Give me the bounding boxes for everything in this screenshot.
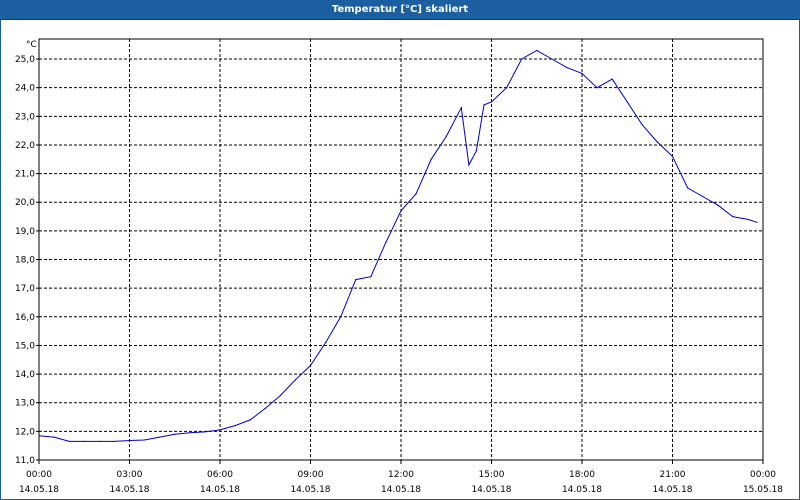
data-point: [581, 72, 583, 74]
temperature-chart: 11,0 12,0 13,0 14,0 15,0 16,0 17,0 18,0 19,0 20,0…: [15, 38, 783, 495]
data-point: [68, 440, 70, 442]
data-point: [385, 241, 387, 243]
series: [38, 49, 758, 442]
data-point: [340, 316, 342, 318]
y-tick-label: 12,0: [15, 427, 35, 437]
x-tick-time: 18:00: [569, 470, 595, 480]
x-tick-time: 15:00: [479, 470, 505, 480]
data-point: [370, 276, 372, 278]
data-point: [189, 432, 191, 434]
x-tick-date: 14.05.18: [562, 485, 602, 495]
data-point: [159, 436, 161, 438]
data-point: [38, 435, 40, 437]
x-tick-date: 15.05.18: [743, 485, 783, 495]
x-tick-date: 14.05.18: [652, 485, 692, 495]
temperature-line: [38, 49, 758, 442]
y-tick-label: 23,0: [15, 112, 35, 122]
data-point: [747, 218, 749, 221]
data-point: [445, 135, 447, 137]
data-point: [128, 439, 131, 442]
x-tick-date: 14.05.18: [109, 485, 149, 495]
y-tick-label: 22,0: [15, 141, 35, 151]
data-point: [468, 164, 470, 166]
data-point: [596, 87, 598, 89]
data-point: [219, 429, 221, 431]
data-point: [483, 104, 485, 106]
data-point: [475, 150, 478, 152]
y-tick-label: 14,0: [15, 370, 35, 380]
data-point: [98, 440, 100, 442]
data-point: [294, 379, 297, 381]
data-point: [717, 204, 719, 206]
data-point: [324, 341, 327, 344]
data-point: [460, 107, 462, 109]
data-point: [702, 195, 704, 198]
data-point: [400, 210, 402, 212]
x-tick-date: 14.05.18: [290, 485, 330, 495]
y-tick-label: 16,0: [15, 313, 35, 323]
data-point: [113, 440, 116, 442]
y-tick-label: 11,0: [15, 456, 35, 466]
axes: 11,0 12,0 13,0 14,0 15,0 16,0 17,0 18,0 19,0 20,0…: [15, 38, 783, 495]
x-tick-time: 21:00: [660, 470, 686, 480]
data-point: [53, 436, 55, 438]
data-point: [355, 278, 357, 281]
y-tick-label: 15,0: [15, 341, 35, 351]
data-point: [732, 215, 734, 218]
data-point: [174, 433, 176, 435]
y-tick-label: 24,0: [15, 84, 35, 94]
y-tick-label: 25,0: [15, 55, 35, 65]
data-point: [521, 58, 523, 60]
data-point: [671, 155, 674, 158]
x-tick-time: 00:00: [750, 470, 776, 480]
x-tick-time: 00:00: [26, 470, 52, 480]
data-point: [279, 394, 281, 397]
data-point: [430, 158, 432, 160]
data-point: [566, 67, 568, 69]
data-point: [264, 407, 266, 410]
y-tick-label: 21,0: [15, 170, 35, 180]
data-point: [505, 87, 508, 89]
y-tick-label: 13,0: [15, 399, 35, 409]
data-point: [551, 58, 553, 60]
data-point: [83, 440, 85, 442]
y-unit-label: °C: [26, 40, 37, 50]
data-point: [626, 101, 628, 103]
data-point: [641, 124, 643, 126]
data-point: [204, 431, 206, 433]
y-tick-label: 17,0: [15, 284, 35, 294]
data-point: [686, 187, 689, 189]
data-point: [756, 221, 758, 223]
data-point: [143, 439, 146, 441]
data-point: [656, 141, 659, 143]
data-point: [249, 419, 251, 421]
data-point: [611, 78, 613, 80]
grid: [39, 39, 763, 460]
x-tick-date: 14.05.18: [19, 485, 59, 495]
data-point: [309, 364, 312, 367]
data-point: [536, 49, 538, 52]
y-tick-label: 19,0: [15, 227, 35, 237]
x-tick-date: 14.05.18: [471, 485, 511, 495]
x-tick-date: 14.05.18: [381, 485, 421, 495]
data-point: [490, 101, 493, 103]
x-tick-time: 09:00: [298, 470, 324, 480]
data-point: [415, 193, 417, 195]
x-tick-time: 12:00: [388, 470, 414, 480]
y-tick-label: 20,0: [15, 198, 35, 208]
x-tick-time: 06:00: [207, 470, 233, 480]
y-tick-label: 18,0: [15, 256, 35, 266]
x-tick-time: 03:00: [117, 470, 143, 480]
x-tick-date: 14.05.18: [200, 485, 240, 495]
data-point: [234, 425, 236, 427]
